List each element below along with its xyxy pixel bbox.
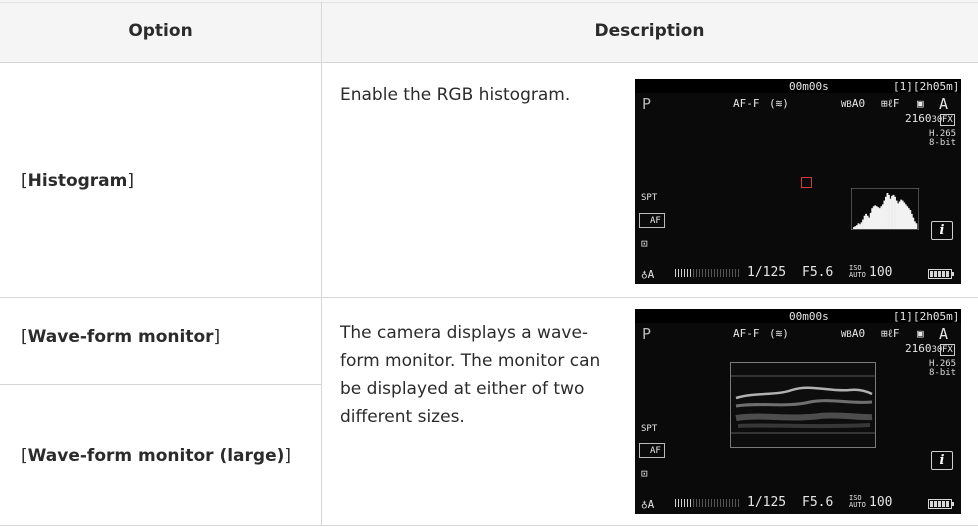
picture-control-icon: ⊞ℓF	[881, 97, 900, 110]
vibration-reduction-icon: (≋)	[769, 327, 789, 340]
mic-sensitivity: ♁A	[641, 498, 655, 511]
histogram-bar	[915, 223, 918, 229]
spt-icon: SPT	[641, 193, 658, 203]
header-description: Description	[594, 21, 705, 41]
spt-icon: SPT	[641, 424, 658, 434]
white-balance: WBA0	[841, 97, 866, 111]
shutter-speed: 1/125	[747, 495, 787, 510]
iso-value: 100	[869, 495, 893, 510]
timecode: 00m00s	[789, 80, 829, 93]
camera-screen-waveform: 00m00s [1] [2h05m] P AF-F (≋) WBA0 ⊞ℓF ▣…	[635, 309, 961, 514]
i-button[interactable]: i	[931, 451, 953, 470]
metering-icon: ⊡	[641, 467, 648, 480]
option-subdivider	[0, 384, 321, 385]
bit-depth: 8-bit	[929, 138, 957, 148]
iso-value: 100	[869, 265, 893, 280]
mic-sensitivity: ♁A	[641, 268, 655, 281]
option-waveform-large: [Wave-form monitor (large)]	[21, 446, 292, 466]
picture-control-icon: ⊞ℓF	[881, 327, 900, 340]
remaining-time: [2h05m]	[913, 310, 960, 323]
waveform-trace-low	[735, 412, 873, 421]
aperture: F5.6	[802, 265, 834, 280]
iso-label: ISO AUTO	[849, 264, 866, 279]
table-border-top	[0, 2, 978, 3]
fx-badge: FX	[940, 114, 955, 126]
option-waveform: [Wave-form monitor]	[21, 327, 221, 347]
shooting-mode: P	[642, 325, 652, 343]
image-area-icon: ▣	[917, 327, 924, 340]
table-border-bottom	[0, 525, 978, 526]
metering-icon: ⊡	[641, 237, 648, 250]
battery-icon	[928, 499, 954, 509]
header-divider	[0, 62, 978, 63]
timecode: 00m00s	[789, 310, 829, 323]
i-button[interactable]: i	[931, 221, 953, 240]
af-mode: AF-F	[733, 97, 760, 110]
focus-point	[801, 177, 812, 188]
battery-icon	[928, 269, 954, 279]
card-icon: [1]	[893, 310, 913, 323]
active-d-lighting: A	[939, 325, 949, 343]
remaining-time: [2h05m]	[913, 80, 960, 93]
card-icon: [1]	[893, 80, 913, 93]
waveform-trace-dark	[737, 423, 871, 429]
row-divider	[0, 297, 978, 298]
option-histogram: [Histogram]	[21, 171, 134, 191]
frame-size: 216030	[905, 342, 943, 356]
audio-meter-right	[693, 499, 739, 507]
frame-size: 216030	[905, 112, 943, 126]
bit-depth: 8-bit	[929, 368, 957, 378]
fx-badge: FX	[940, 344, 955, 356]
histogram	[851, 188, 919, 230]
af-mode: AF-F	[733, 327, 760, 340]
shooting-mode: P	[642, 95, 652, 113]
af-area-mode: AF	[639, 213, 665, 228]
aperture: F5.6	[802, 495, 834, 510]
iso-label: ISO AUTO	[849, 494, 866, 509]
waveform-monitor	[730, 362, 876, 448]
white-balance: WBA0	[841, 327, 866, 341]
image-area-icon: ▣	[917, 97, 924, 110]
shutter-speed: 1/125	[747, 265, 787, 280]
header-option: Option	[128, 21, 193, 41]
af-area-mode: AF	[639, 443, 665, 458]
active-d-lighting: A	[939, 95, 949, 113]
audio-meter-right	[693, 269, 739, 277]
column-divider	[321, 2, 322, 526]
description-histogram: Enable the RGB histogram.	[340, 85, 571, 105]
camera-screen-histogram: 00m00s [1] [2h05m] P AF-F (≋) WBA0 ⊞ℓF ▣…	[635, 79, 961, 284]
description-waveform: The camera displays a wave-form monitor.…	[340, 323, 601, 427]
vibration-reduction-icon: (≋)	[769, 97, 789, 110]
